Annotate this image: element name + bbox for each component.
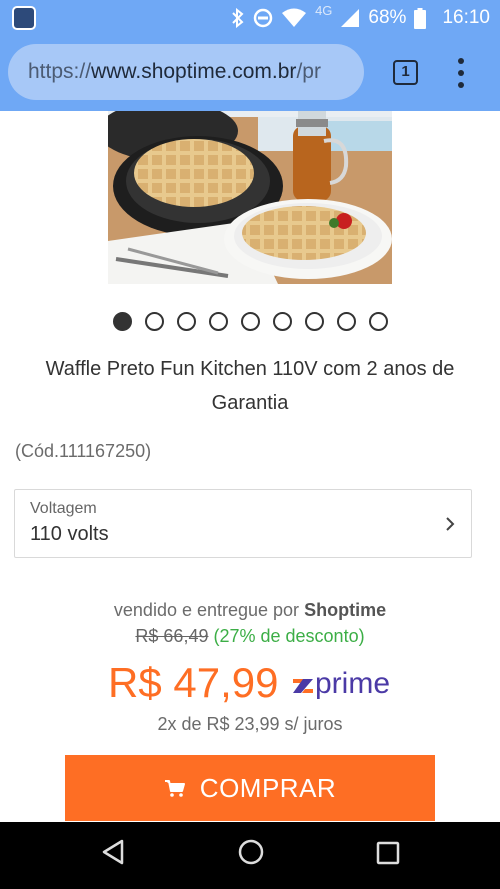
- carousel-dot-4[interactable]: [209, 312, 228, 331]
- status-icons: 4G 68% 16:10: [231, 3, 490, 31]
- bluetooth-icon: [232, 8, 244, 28]
- buy-button[interactable]: COMPRAR: [65, 755, 435, 821]
- app-icon: [12, 6, 36, 30]
- home-icon[interactable]: [237, 838, 265, 866]
- clock: 16:10: [442, 7, 490, 28]
- buy-label: COMPRAR: [199, 772, 337, 803]
- cart-icon: [164, 780, 185, 797]
- installments-info: 2x de R$ 23,99 s/ juros: [157, 714, 343, 734]
- carousel-dot-8[interactable]: [337, 312, 356, 331]
- carousel-dot-9[interactable]: [369, 312, 388, 331]
- battery-percent: 68%: [368, 7, 407, 28]
- wifi-icon: [282, 8, 307, 27]
- price-row: R$ 47,99: [108, 657, 278, 709]
- url-path: /pr: [296, 60, 321, 83]
- carousel-dot-1[interactable]: [113, 312, 132, 331]
- back-icon[interactable]: [100, 838, 126, 866]
- browser-toolbar: https://www.shoptime.com.br/pr 1: [0, 36, 500, 111]
- product-image[interactable]: [108, 111, 392, 284]
- carousel-dot-3[interactable]: [177, 312, 196, 331]
- seller-name: Shoptime: [304, 600, 387, 620]
- url-host: www.shoptime.com.br: [91, 60, 297, 83]
- prime-label: prime: [315, 667, 391, 700]
- carousel-dot-7[interactable]: [305, 312, 324, 331]
- signal-icon: [341, 9, 360, 27]
- old-price: R$ 66,49: [135, 626, 209, 646]
- discount-label: (27% de desconto): [213, 626, 365, 646]
- carousel-dot-5[interactable]: [241, 312, 260, 331]
- chevron-right-icon: [446, 517, 455, 531]
- carousel-dot-6[interactable]: [273, 312, 292, 331]
- more-vert-icon[interactable]: [452, 58, 470, 88]
- waffle-photo: [108, 111, 392, 284]
- voltage-selector[interactable]: Voltagem 110 volts: [14, 489, 472, 558]
- tab-switcher-button[interactable]: 1: [393, 60, 418, 85]
- status-bar: 4G 68% 16:10: [0, 0, 500, 36]
- carousel-dot-2[interactable]: [145, 312, 164, 331]
- do-not-disturb-icon: [253, 8, 273, 28]
- prime-logo-icon: [293, 679, 313, 693]
- carousel-indicator: [113, 312, 388, 332]
- voltage-value: 110 volts: [30, 523, 109, 545]
- current-price: R$ 47,99: [108, 659, 279, 706]
- url-scheme: https://: [28, 60, 92, 83]
- product-title: Waffle Preto Fun Kitchen 110V com 2 anos…: [45, 358, 455, 414]
- seller-info: vendido e entregue por Shoptime: [0, 600, 500, 621]
- product-code: (Cód.111167250): [15, 441, 152, 461]
- network-type: 4G: [315, 3, 333, 18]
- old-price-row: R$ 66,49 (27% de desconto): [0, 626, 500, 647]
- battery-icon: [414, 7, 427, 29]
- seller-prefix: vendido e entregue por: [113, 600, 300, 620]
- url-field[interactable]: https://www.shoptime.com.br/pr: [8, 44, 364, 100]
- voltage-label: Voltagem: [30, 500, 97, 517]
- recent-apps-icon[interactable]: [376, 841, 400, 865]
- android-nav-bar: [0, 822, 500, 889]
